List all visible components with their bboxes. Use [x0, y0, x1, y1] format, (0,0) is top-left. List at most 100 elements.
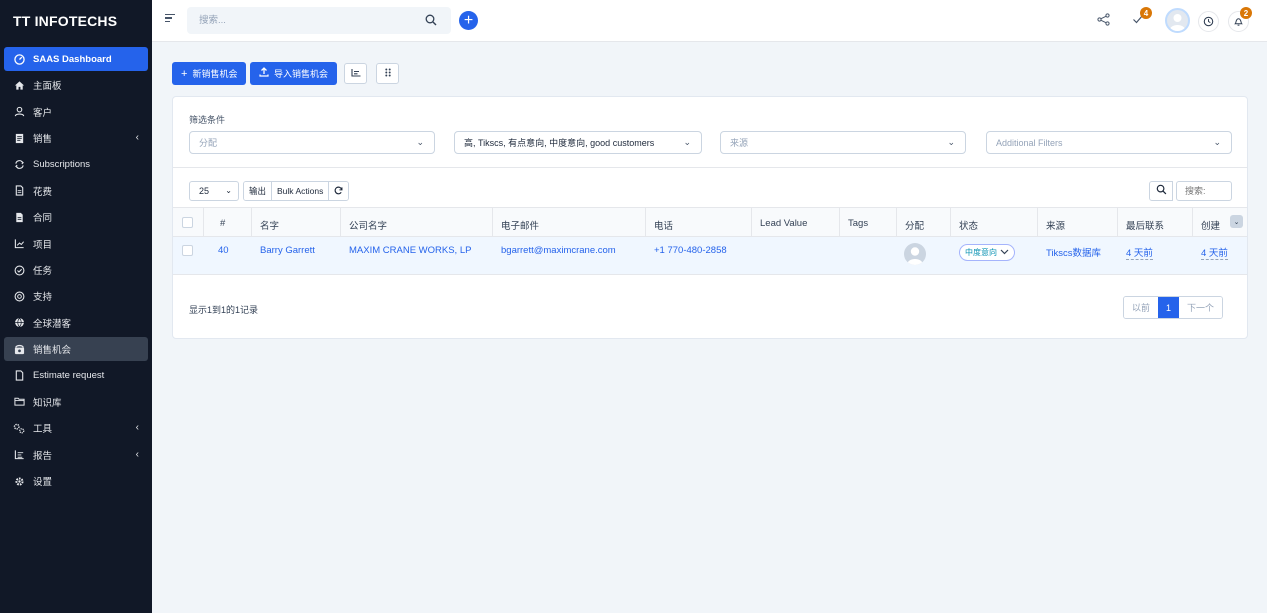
sidebar-item-knowledge-base[interactable]: 知识库 [4, 390, 148, 414]
reload-button[interactable] [329, 182, 349, 200]
select-all-checkbox[interactable] [182, 217, 193, 228]
search-icon[interactable] [425, 14, 437, 29]
column-header-lead-value[interactable]: Lead Value [760, 218, 807, 229]
column-header-company[interactable]: 公司名字 [349, 218, 387, 232]
clock-icon[interactable] [1198, 11, 1219, 32]
topbar: + 4 2 [152, 0, 1267, 42]
column-divider [645, 208, 646, 238]
sidebar-item-label: Subscriptions [33, 159, 91, 171]
column-divider [1192, 208, 1193, 238]
user-avatar[interactable] [1165, 8, 1190, 33]
sidebar-item-tools[interactable]: 工具 ‹ [4, 416, 148, 440]
assigned-avatar[interactable] [904, 243, 926, 265]
sidebar-item-estimate-request[interactable]: Estimate request [4, 364, 148, 388]
assign-filter[interactable]: 分配 ⌄ [189, 131, 435, 154]
column-divider [839, 208, 840, 238]
column-header-source[interactable]: 来源 [1046, 218, 1065, 232]
globe-icon [13, 317, 25, 329]
column-header-tags[interactable]: Tags [848, 218, 868, 229]
column-header-email[interactable]: 电子邮件 [501, 218, 539, 232]
chevron-down-icon: ⌄ [683, 137, 691, 147]
user-icon [13, 106, 25, 118]
chevron-left-icon: ‹ [135, 422, 139, 434]
row-source[interactable]: Tikscs数据库 [1046, 245, 1101, 259]
column-divider [1037, 208, 1038, 238]
row-phone[interactable]: +1 770-480-2858 [654, 245, 727, 256]
status-filter-value: 高, Tikscs, 有点意向, 中度意向, good customers [464, 138, 655, 148]
assign-filter-placeholder: 分配 [199, 138, 218, 148]
upload-icon [259, 67, 269, 80]
sidebar-item-customers[interactable]: 客户 [4, 100, 148, 124]
column-header-assigned[interactable]: 分配 [905, 218, 924, 232]
new-lead-label: 新销售机会 [192, 69, 238, 79]
row-created: 4 天前 [1201, 245, 1228, 260]
refresh-icon [334, 186, 343, 197]
global-search-input[interactable] [187, 7, 407, 34]
column-header-last-contact[interactable]: 最后联系 [1126, 218, 1164, 232]
source-filter[interactable]: 来源 ⌄ [720, 131, 966, 154]
sidebar-item-label: Estimate request [33, 370, 105, 382]
pagination-next[interactable]: 下一个 [1179, 297, 1223, 318]
sidebar-item-contracts[interactable]: 合同 [4, 205, 148, 229]
chevron-down-icon: ⌄ [1233, 218, 1240, 226]
sidebar-item-label: 支持 [33, 292, 53, 304]
dashboard-icon [13, 53, 25, 65]
pagination-page-current[interactable]: 1 [1158, 297, 1180, 318]
column-divider [340, 208, 341, 238]
chart-view-button[interactable] [344, 63, 367, 84]
status-filter[interactable]: 高, Tikscs, 有点意向, 中度意向, good customers ⌄ [454, 131, 702, 154]
column-header-id[interactable]: # [220, 218, 225, 229]
sidebar-item-leads[interactable]: 销售机会 [4, 337, 148, 362]
column-toggle-button[interactable]: ⌄ [1230, 215, 1243, 228]
row-company[interactable]: MAXIM CRANE WORKS, LP [349, 245, 471, 256]
row-name[interactable]: Barry Garrett [260, 245, 315, 256]
receipt-icon [13, 132, 25, 144]
sidebar-item-label: 知识库 [33, 397, 62, 409]
brand-logo[interactable]: TT INFOTECHS [0, 0, 152, 42]
new-lead-button[interactable]: + 新销售机会 [172, 62, 247, 85]
additional-filters[interactable]: Additional Filters ⌄ [986, 131, 1232, 154]
import-leads-button[interactable]: 导入销售机会 [250, 62, 338, 85]
sidebar-item-subscriptions[interactable]: Subscriptions [4, 153, 148, 177]
share-icon[interactable] [1097, 13, 1110, 29]
sidebar-item-label: 全球潜客 [33, 318, 72, 330]
sidebar-item-label: 花费 [33, 186, 53, 198]
sidebar-item-expenses[interactable]: 花费 [4, 179, 148, 203]
sidebar-item-support[interactable]: 支持 [4, 284, 148, 308]
sidebar-item-sales[interactable]: 销售 ‹ [4, 126, 148, 150]
export-button[interactable]: 输出 [244, 182, 273, 200]
column-divider [896, 208, 897, 238]
table-search-button[interactable] [1149, 181, 1173, 201]
page-length-select[interactable]: 25 ⌄ [189, 181, 239, 201]
column-header-phone[interactable]: 电话 [654, 218, 673, 232]
row-email[interactable]: bgarrett@maximcrane.com [501, 245, 616, 256]
row-checkbox[interactable] [182, 245, 193, 256]
column-header-name[interactable]: 名字 [260, 218, 279, 232]
column-divider [1117, 208, 1118, 238]
support-icon [13, 290, 25, 302]
status-dropdown[interactable]: 中度意向 [959, 244, 1015, 261]
sidebar-item-projects[interactable]: 项目 [4, 232, 148, 256]
sidebar-item-settings[interactable]: 设置 [4, 469, 148, 493]
sidebar-item-label: 销售 [33, 134, 53, 146]
sidebar-item-home[interactable]: 主面板 [4, 73, 148, 97]
menu-toggle-icon[interactable] [165, 14, 175, 24]
table-search-input[interactable] [1176, 181, 1232, 201]
sidebar-item-tasks[interactable]: 任务 [4, 258, 148, 282]
sidebar-item-reports[interactable]: 报告 ‹ [4, 443, 148, 467]
bulk-actions-button[interactable]: Bulk Actions [272, 182, 330, 200]
quick-create-button[interactable]: + [459, 11, 478, 30]
divider [173, 167, 1247, 168]
sidebar-item-saas-dashboard[interactable]: SAAS Dashboard [4, 47, 148, 72]
column-divider [950, 208, 951, 238]
file-icon [13, 185, 25, 197]
column-header-created[interactable]: 创建 [1201, 218, 1220, 232]
sidebar-item-label: 工具 [33, 424, 53, 436]
grip-icon [384, 68, 391, 80]
sidebar-item-global-leads[interactable]: 全球潜客 [4, 311, 148, 335]
pagination-prev[interactable]: 以前 [1124, 297, 1159, 318]
table-row[interactable]: 40 Barry Garrett MAXIM CRANE WORKS, LP b… [173, 237, 1247, 275]
column-header-status[interactable]: 状态 [959, 218, 978, 232]
kanban-view-button[interactable] [376, 63, 399, 84]
row-id[interactable]: 40 [218, 245, 229, 256]
